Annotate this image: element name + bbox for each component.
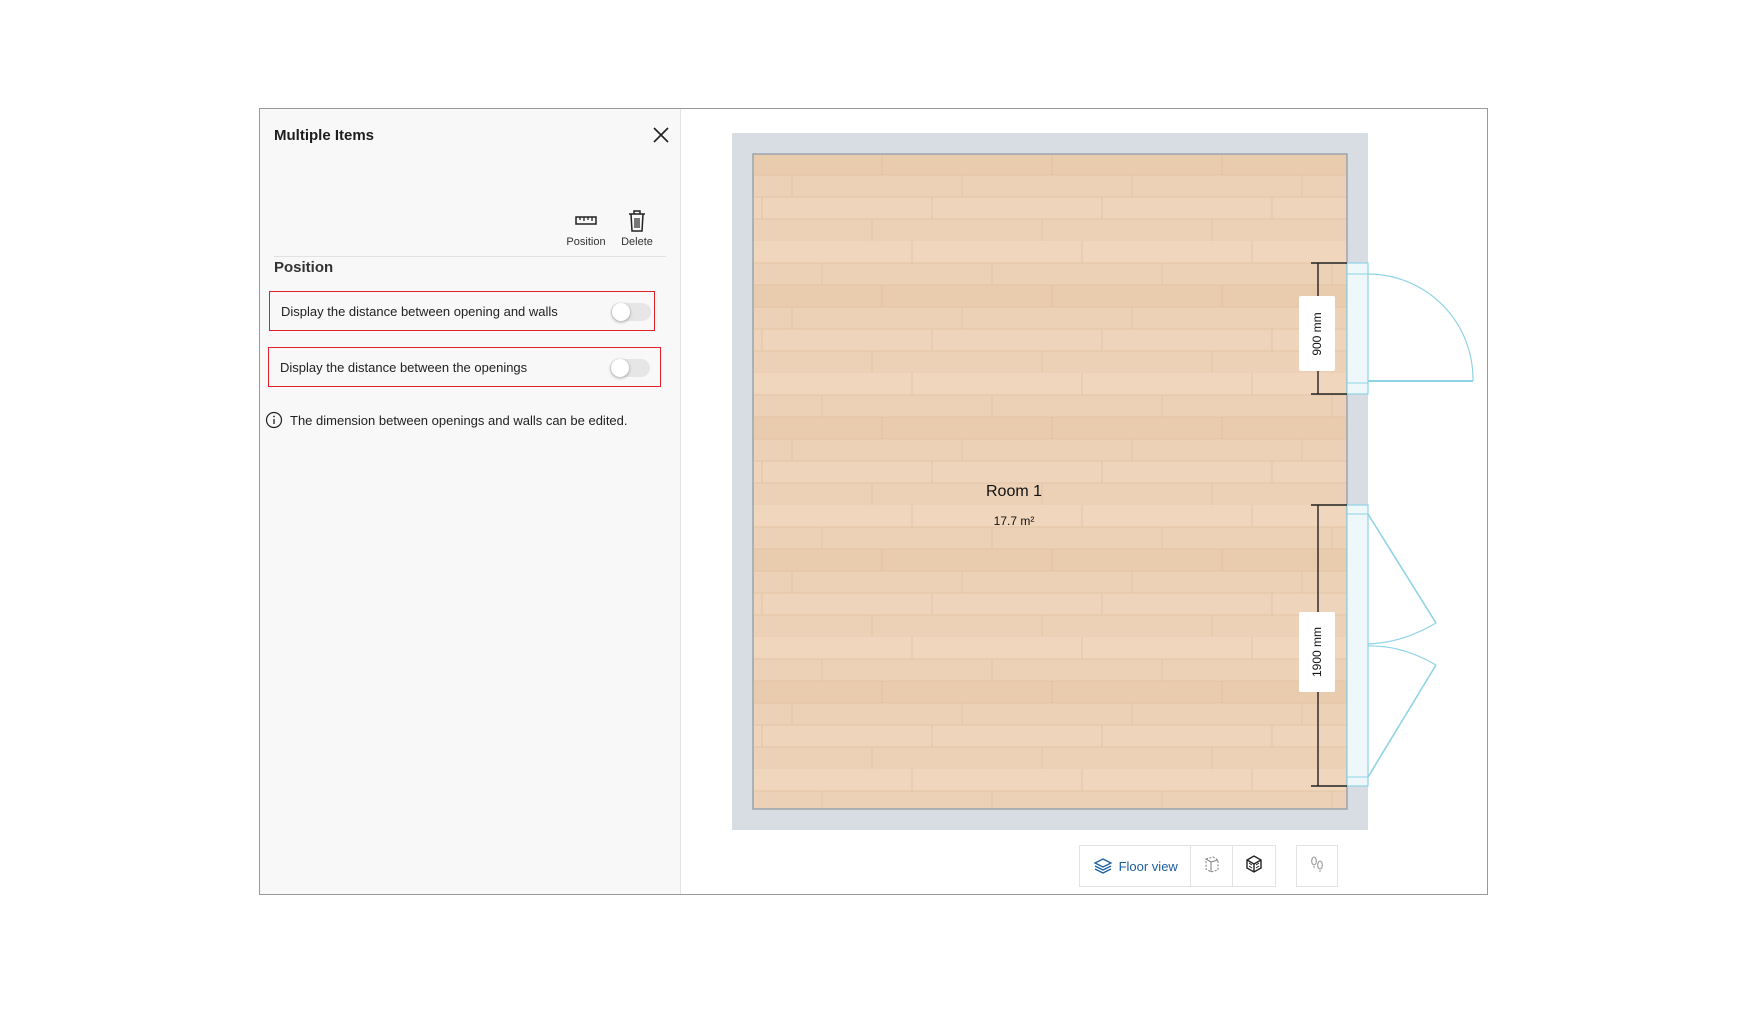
floor-view-button[interactable]: Floor view xyxy=(1080,846,1192,886)
delete-tool-label: Delete xyxy=(621,236,653,248)
trash-icon xyxy=(611,208,663,234)
floor-view-label: Floor view xyxy=(1118,858,1178,874)
openings-distance-switch[interactable] xyxy=(610,359,650,377)
close-button[interactable] xyxy=(650,124,672,146)
panel-title: Multiple Items xyxy=(274,127,375,144)
floor-plan-canvas[interactable]: 900 mm 1900 mm Room 1 17.7 m² xyxy=(682,109,1487,894)
switch-knob xyxy=(612,303,630,321)
view-toolbar: Floor view xyxy=(1079,845,1276,887)
section-heading: Position xyxy=(274,259,334,276)
door-opening[interactable] xyxy=(1346,262,1474,395)
app-window: Multiple Items Position Delete Position … xyxy=(259,108,1488,895)
position-tool-button[interactable]: Position xyxy=(560,208,612,254)
toggle-label: Display the distance between the opening… xyxy=(280,359,528,375)
close-icon xyxy=(650,124,672,146)
wall-view-button[interactable] xyxy=(1191,846,1234,886)
delete-tool-button[interactable]: Delete xyxy=(611,208,663,254)
toggle-label: Display the distance between opening and… xyxy=(281,303,558,319)
dimension-label[interactable]: 900 mm xyxy=(1299,296,1335,371)
room-name: Room 1 xyxy=(985,483,1043,500)
position-tool-label: Position xyxy=(566,236,606,248)
room-floor[interactable] xyxy=(752,153,1348,810)
info-text: The dimension between openings and walls… xyxy=(290,412,628,428)
toggle-row-openings-distance[interactable]: Display the distance between the opening… xyxy=(268,347,661,387)
double-door-opening[interactable] xyxy=(1346,504,1437,787)
footsteps-icon xyxy=(1308,855,1326,878)
divider xyxy=(274,256,666,257)
floor-view-icon xyxy=(1093,856,1113,876)
3d-view-button[interactable] xyxy=(1233,846,1275,886)
dimension-label[interactable]: 1900 mm xyxy=(1299,612,1335,692)
room-area: 17.7 m² xyxy=(993,514,1035,528)
info-icon xyxy=(265,411,283,429)
wall-view-icon xyxy=(1202,854,1222,879)
ruler-icon xyxy=(560,208,612,234)
info-note: The dimension between openings and walls… xyxy=(265,411,675,429)
walk-button[interactable] xyxy=(1296,845,1338,887)
toggle-row-opening-wall-distance[interactable]: Display the distance between opening and… xyxy=(269,291,655,331)
switch-knob xyxy=(611,359,629,377)
3d-view-icon xyxy=(1244,854,1264,879)
opening-wall-distance-switch[interactable] xyxy=(611,303,651,321)
properties-panel: Multiple Items Position Delete Position … xyxy=(260,109,681,894)
